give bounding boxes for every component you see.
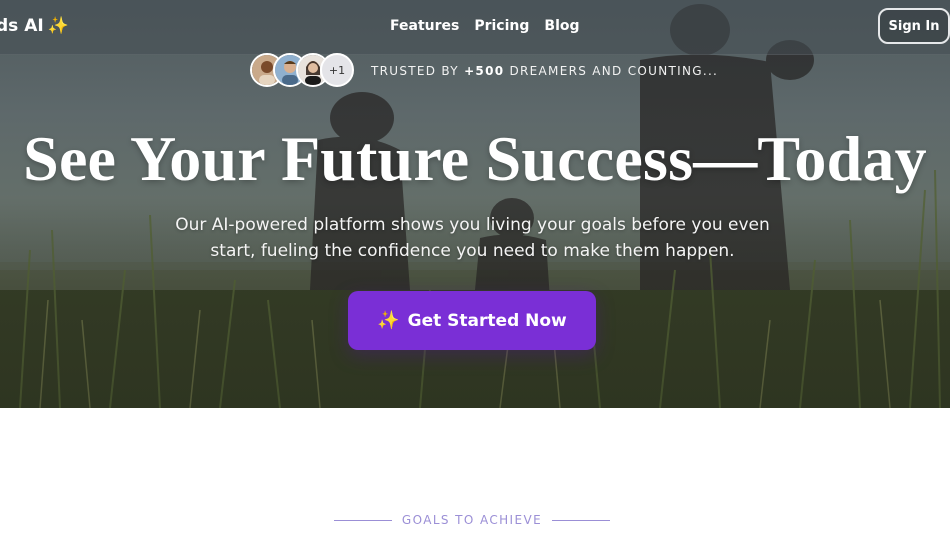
nav-link-pricing[interactable]: Pricing bbox=[474, 18, 529, 34]
trusted-by-text: TRUSTED BY +500 DREAMERS AND COUNTING... bbox=[371, 64, 718, 78]
nav-links: Features Pricing Blog bbox=[390, 18, 580, 34]
avatar-stack: +1 bbox=[250, 53, 356, 89]
get-started-label: Get Started Now bbox=[407, 310, 567, 331]
divider-line bbox=[334, 519, 392, 521]
sparkles-icon: ✨ bbox=[47, 16, 69, 36]
brand-name: ds AI bbox=[0, 16, 44, 36]
divider-line bbox=[551, 519, 610, 521]
top-navbar: ds AI ✨ Features Pricing Blog Sign In bbox=[0, 0, 950, 55]
hero-subtitle-line: start, fueling the confidence you need t… bbox=[210, 241, 735, 261]
avatar-more-count: +1 bbox=[320, 53, 354, 87]
trusted-prefix: TRUSTED BY bbox=[371, 64, 465, 78]
hero-subtitle-line: Our AI-powered platform shows you living… bbox=[175, 215, 770, 235]
sign-in-button[interactable]: Sign In bbox=[878, 8, 950, 44]
get-started-button[interactable]: ✨ Get Started Now bbox=[348, 291, 596, 350]
sparkles-icon: ✨ bbox=[377, 310, 400, 331]
trusted-suffix: DREAMERS AND COUNTING... bbox=[504, 64, 719, 78]
section-eyebrow: GOALS TO ACHIEVE bbox=[334, 512, 610, 528]
trusted-count: +500 bbox=[464, 64, 505, 78]
nav-link-blog[interactable]: Blog bbox=[544, 18, 579, 34]
hero-subtitle: Our AI-powered platform shows you living… bbox=[150, 212, 795, 264]
section-eyebrow-text: GOALS TO ACHIEVE bbox=[401, 513, 543, 527]
brand-logo[interactable]: ds AI ✨ bbox=[0, 16, 69, 36]
nav-link-features[interactable]: Features bbox=[390, 18, 459, 34]
hero-headline: See Your Future Success—Today bbox=[23, 123, 927, 194]
